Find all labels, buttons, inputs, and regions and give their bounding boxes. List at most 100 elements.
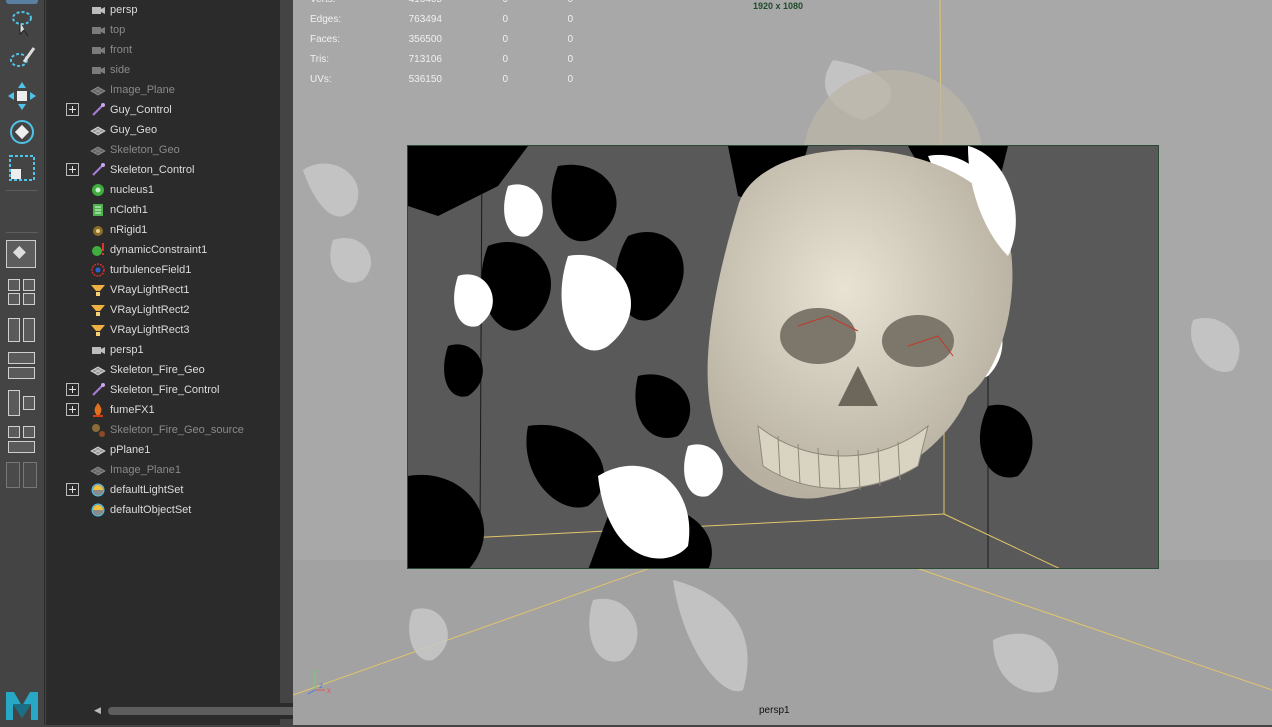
emitter-icon xyxy=(90,422,106,438)
outliner-item[interactable]: dynamicConstraint1 xyxy=(46,240,276,260)
outliner-item[interactable]: top xyxy=(46,20,276,40)
hud-stat-selected-alt: 0 xyxy=(567,74,573,85)
outliner-item[interactable]: fumeFX1 xyxy=(46,400,276,420)
hud-stat-value: 763494 xyxy=(408,14,442,25)
svg-text:z: z xyxy=(319,681,323,690)
outliner-layout-icon[interactable] xyxy=(8,318,20,342)
mesh-icon xyxy=(90,442,106,458)
outliner-item[interactable]: front xyxy=(46,40,276,60)
move-tool-icon[interactable] xyxy=(6,80,38,112)
outliner-item[interactable]: nCloth1 xyxy=(46,200,276,220)
outliner-item-label: nucleus1 xyxy=(110,184,155,196)
toolbox xyxy=(0,0,45,725)
outliner-item[interactable]: persp xyxy=(46,0,276,20)
expand-plus-icon[interactable] xyxy=(66,163,79,176)
layout-option-icon[interactable] xyxy=(23,426,35,438)
persp-outliner-layout-icon[interactable] xyxy=(23,279,35,291)
camera-icon xyxy=(90,342,106,358)
set-icon xyxy=(90,502,106,518)
layout-dropdown-icon[interactable] xyxy=(6,462,20,488)
hud-stat-label: UVs: xyxy=(310,74,332,85)
layout-option-icon[interactable] xyxy=(8,426,20,438)
hud-stat-selected: 0 xyxy=(502,34,508,45)
fumefx-icon xyxy=(90,402,106,418)
hud-stat-value: 536150 xyxy=(408,74,442,85)
outliner-item[interactable]: turbulenceField1 xyxy=(46,260,276,280)
svg-text:x: x xyxy=(327,686,331,695)
outliner-item[interactable]: pPlane1 xyxy=(46,440,276,460)
anim-layout-icon[interactable] xyxy=(8,441,35,453)
outliner-item-label: defaultLightSet xyxy=(110,484,184,496)
persp-layout-icon[interactable] xyxy=(23,318,35,342)
outliner-item[interactable]: Image_Plane xyxy=(46,80,276,100)
constraint-icon xyxy=(90,242,106,258)
outliner-item[interactable]: nucleus1 xyxy=(46,180,276,200)
outliner-item-label: front xyxy=(110,44,133,56)
joint-icon xyxy=(90,162,106,178)
outliner-item-label: VRayLightRect1 xyxy=(110,284,190,296)
expand-plus-icon[interactable] xyxy=(66,403,79,416)
hud-stat-value: 356500 xyxy=(408,34,442,45)
scale-tool-icon[interactable] xyxy=(6,152,38,184)
camera-icon xyxy=(90,42,106,58)
layout-dropdown-icon[interactable] xyxy=(23,462,37,488)
outliner-horizontal-scrollbar[interactable]: ◀ ▶ xyxy=(92,703,324,719)
expand-plus-icon[interactable] xyxy=(66,103,79,116)
hud-stat-value: 713106 xyxy=(408,54,442,65)
outliner-item[interactable]: persp1 xyxy=(46,340,276,360)
mesh-icon xyxy=(90,82,106,98)
outliner-item[interactable]: VRayLightRect2 xyxy=(46,300,276,320)
outliner-item[interactable]: Skeleton_Geo xyxy=(46,140,276,160)
four-pane-layout-icon[interactable] xyxy=(8,279,20,291)
outliner-item[interactable]: Image_Plane1 xyxy=(46,460,276,480)
hud-stat-selected: 0 xyxy=(502,14,508,25)
outliner-item[interactable]: Skeleton_Fire_Control xyxy=(46,380,276,400)
paint-select-tool-icon[interactable] xyxy=(6,42,38,74)
scrollbar-thumb[interactable] xyxy=(108,707,308,715)
scroll-left-icon[interactable]: ◀ xyxy=(94,705,101,716)
layout-option-icon[interactable] xyxy=(8,293,20,305)
outliner-item[interactable]: Skeleton_Control xyxy=(46,160,276,180)
layout-option-icon[interactable] xyxy=(23,293,35,305)
expand-plus-icon[interactable] xyxy=(66,383,79,396)
outliner-item-label: pPlane1 xyxy=(110,444,151,456)
outliner-item[interactable]: VRayLightRect3 xyxy=(46,320,276,340)
graph-editor-layout-icon[interactable] xyxy=(8,367,35,379)
hypershade-layout-icon[interactable] xyxy=(8,390,20,416)
graph-layout-icon[interactable] xyxy=(8,352,35,364)
hud-stat-selected-alt: 0 xyxy=(561,0,573,10)
outliner-item-label: Guy_Geo xyxy=(110,124,158,136)
mesh-icon xyxy=(90,362,106,378)
outliner-item[interactable]: Skeleton_Fire_Geo xyxy=(46,360,276,380)
resolution-gate xyxy=(407,145,1159,569)
svg-text:y: y xyxy=(313,667,317,676)
outliner-item[interactable]: Guy_Geo xyxy=(46,120,276,140)
outliner-item[interactable]: side xyxy=(46,60,276,80)
render-layout-icon[interactable] xyxy=(23,396,35,410)
camera-icon xyxy=(90,62,106,78)
outliner-item[interactable]: Skeleton_Fire_Geo_source xyxy=(46,420,276,440)
outliner-item[interactable]: defaultObjectSet xyxy=(46,500,276,520)
rotate-tool-icon[interactable] xyxy=(6,116,38,148)
skull-render xyxy=(408,146,1158,568)
hud-stat-row: Verts: 416405 0 0 xyxy=(310,0,590,10)
light-icon xyxy=(90,282,106,298)
outliner-item[interactable]: nRigid1 xyxy=(46,220,276,240)
outliner-item-label: Skeleton_Geo xyxy=(110,144,180,156)
single-pane-layout-icon[interactable] xyxy=(6,240,36,268)
outliner-item[interactable]: defaultLightSet xyxy=(46,480,276,500)
joint-icon xyxy=(90,382,106,398)
outliner-item[interactable]: VRayLightRect1 xyxy=(46,280,276,300)
outliner-item-label: Guy_Control xyxy=(110,104,172,116)
perspective-viewport[interactable]: y z x Edges: 763494 0 0 Faces: 356500 0 … xyxy=(293,0,1272,725)
lasso-tool-icon[interactable] xyxy=(6,6,38,38)
expand-plus-icon[interactable] xyxy=(66,483,79,496)
outliner-item-label: VRayLightRect3 xyxy=(110,324,190,336)
hud-stat-row: UVs: 536150 0 0 xyxy=(310,70,590,90)
outliner-item-label: dynamicConstraint1 xyxy=(110,244,208,256)
outliner-item[interactable]: Guy_Control xyxy=(46,100,276,120)
outliner-item-label: Skeleton_Fire_Control xyxy=(110,384,220,396)
hud-stat-label: Verts: xyxy=(310,0,336,10)
toolbox-divider xyxy=(6,190,38,191)
outliner-item-label: Skeleton_Fire_Geo_source xyxy=(110,424,244,436)
